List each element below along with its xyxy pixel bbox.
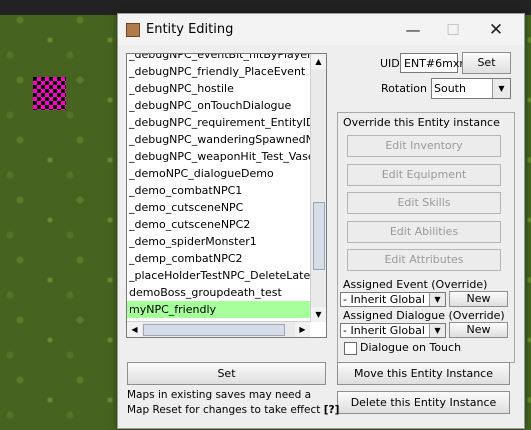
vertical-scrollbar[interactable]: ▲ ▼ — [310, 54, 326, 322]
list-item[interactable]: _debugNPC_wanderingSpawnedNPC — [127, 131, 310, 148]
help-link[interactable]: [?] — [324, 404, 340, 416]
edit-inventory-button[interactable]: Edit Inventory — [347, 135, 501, 157]
scroll-up-icon[interactable]: ▲ — [311, 54, 326, 69]
list-item[interactable]: _debugNPC_onTouchDialogue — [127, 97, 310, 114]
list-item[interactable]: _debugNPC_weaponHit_Test_Vase — [127, 148, 310, 165]
note-line-2: Map Reset for changes to take effect [?] — [127, 404, 339, 416]
note-line-2-text: Map Reset for changes to take effect — [127, 404, 321, 416]
edit-skills-button[interactable]: Edit Skills — [347, 192, 501, 214]
chevron-down-icon[interactable]: ▼ — [429, 324, 445, 337]
list-item[interactable]: _debugNPC_hostile — [127, 80, 310, 97]
list-item[interactable]: demoBoss_groupdeath_test — [127, 284, 310, 301]
list-item[interactable]: myNPC_friendly — [127, 301, 310, 318]
list-item[interactable]: _demo_cutsceneNPC — [127, 199, 310, 216]
horizontal-scroll-thumb[interactable] — [143, 324, 285, 336]
rotation-label: Rotation — [381, 82, 428, 95]
assigned-event-value: - Inherit Global - — [343, 293, 433, 306]
override-title: Override this Entity instance — [343, 116, 500, 129]
uid-field[interactable]: ENT#6mxr — [400, 53, 464, 73]
edit-equipment-button[interactable]: Edit Equipment — [347, 164, 501, 186]
list-item[interactable]: _demp_combatNPC2 — [127, 250, 310, 267]
entity-list[interactable]: _debugNPC_eventBit_hitByPlayer _debugNPC_… — [126, 53, 327, 338]
assigned-dialogue-label: Assigned Dialogue (Override) — [343, 309, 505, 322]
entity-editing-window: Entity Editing — ☐ ✕ _debugNPC_eventBit_… — [117, 13, 525, 429]
uid-label: UID — [380, 57, 400, 70]
dialogue-on-touch-checkbox[interactable] — [344, 342, 357, 355]
list-item[interactable]: _placeHolderTestNPC_DeleteLater — [127, 267, 310, 284]
title-bar[interactable]: Entity Editing — ☐ ✕ — [118, 14, 524, 45]
note-line-1: Maps in existing saves may need a — [127, 389, 312, 401]
scroll-down-icon[interactable]: ▼ — [311, 307, 326, 322]
chevron-down-icon[interactable]: ▼ — [429, 293, 445, 306]
set-button[interactable]: Set — [127, 362, 326, 385]
edit-attributes-button[interactable]: Edit Attributes — [347, 249, 501, 271]
assigned-event-select[interactable]: - Inherit Global - ▼ — [340, 292, 446, 307]
minimize-icon[interactable]: — — [393, 18, 433, 42]
list-item[interactable]: _demo_spiderMonster1 — [127, 233, 310, 250]
move-entity-button[interactable]: Move this Entity Instance — [337, 362, 510, 385]
delete-entity-button[interactable]: Delete this Entity Instance — [337, 391, 510, 414]
chevron-down-icon[interactable]: ▼ — [492, 79, 510, 98]
window-title: Entity Editing — [146, 22, 234, 37]
uid-set-button[interactable]: Set — [462, 52, 511, 74]
assigned-dialogue-select[interactable]: - Inherit Global - ▼ — [340, 323, 446, 338]
assigned-dialogue-value: - Inherit Global - — [343, 324, 433, 337]
close-icon[interactable]: ✕ — [476, 18, 516, 42]
app-icon — [126, 23, 140, 37]
assigned-event-label: Assigned Event (Override) — [343, 278, 488, 291]
scroll-right-icon[interactable]: ▶ — [295, 322, 310, 337]
vertical-scroll-thumb[interactable] — [313, 202, 325, 270]
horizontal-scrollbar[interactable]: ◀ ▶ — [127, 321, 310, 337]
new-event-button[interactable]: New — [449, 291, 508, 307]
entity-sprite[interactable] — [33, 77, 66, 110]
scroll-left-icon[interactable]: ◀ — [127, 322, 142, 337]
list-item[interactable]: _debugNPC_eventBit_hitByPlayer — [127, 54, 310, 63]
list-item[interactable]: _demoNPC_dialogueDemo — [127, 165, 310, 182]
new-dialogue-button[interactable]: New — [449, 322, 508, 338]
list-item[interactable]: _debugNPC_friendly_PlaceEvent — [127, 63, 310, 80]
rotation-value: South — [434, 82, 466, 95]
override-group: Override this Entity instance Edit Inven… — [337, 112, 515, 363]
dialogue-on-touch-label: Dialogue on Touch — [360, 341, 462, 354]
edit-abilities-button[interactable]: Edit Abilities — [347, 221, 501, 243]
list-item[interactable]: _demo_cutsceneNPC2 — [127, 216, 310, 233]
list-item[interactable]: _demo_combatNPC1 — [127, 182, 310, 199]
rotation-select[interactable]: South ▼ — [431, 78, 511, 99]
entity-list-items[interactable]: _debugNPC_eventBit_hitByPlayer _debugNPC_… — [127, 54, 310, 322]
list-item[interactable]: _debugNPC_requirement_EntityID_Test — [127, 114, 310, 131]
maximize-icon: ☐ — [446, 21, 460, 39]
